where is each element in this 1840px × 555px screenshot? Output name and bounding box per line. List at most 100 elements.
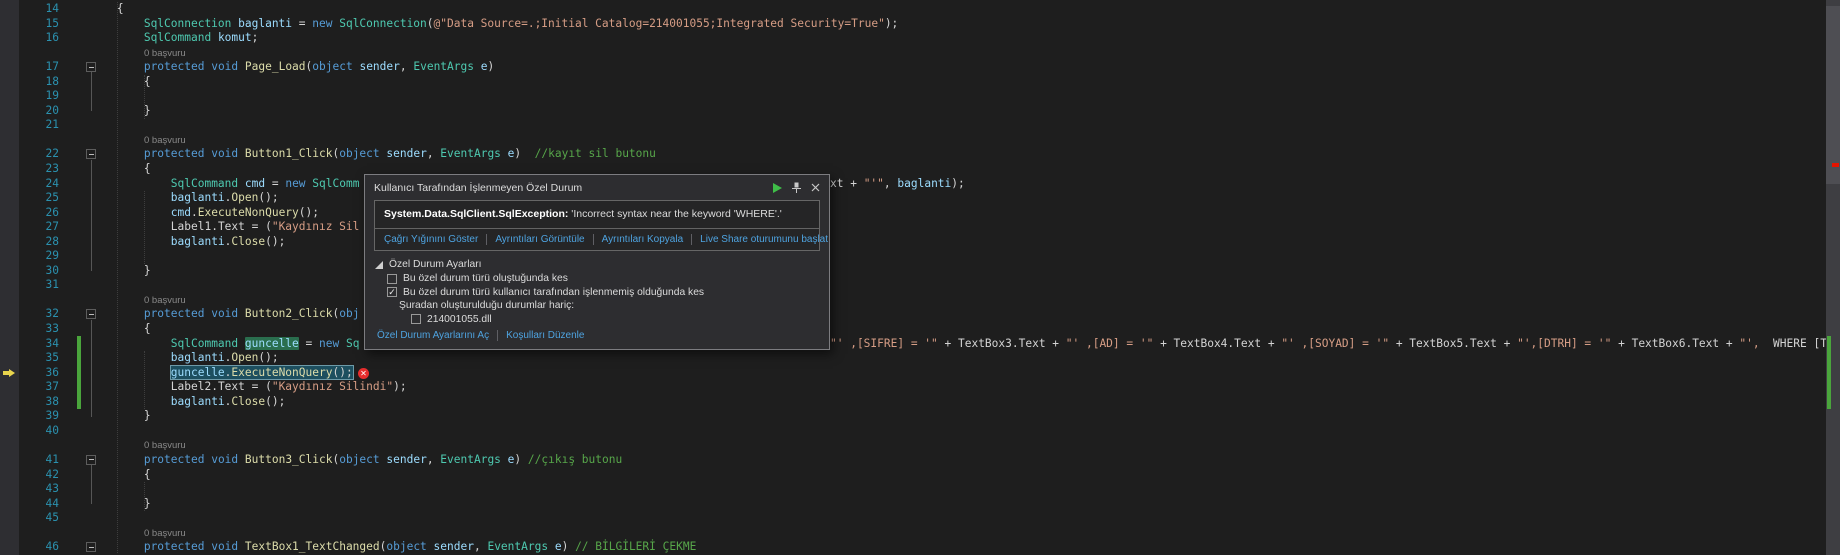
code-line[interactable]: 32 protected void Button2_Click(obj [0, 307, 1840, 322]
code-text: SqlCommand guncelle = new Sq [170, 336, 360, 350]
play-icon [773, 182, 782, 193]
line-number: 31 [45, 278, 59, 292]
copy-details-link[interactable]: Ayrıntıları Kopyala [602, 234, 684, 245]
close-icon [811, 183, 820, 192]
code-line[interactable]: 17 protected void Page_Load(object sende… [0, 60, 1840, 75]
continue-button[interactable] [773, 182, 782, 193]
code-text: protected void Button1_Click(object send… [143, 147, 656, 161]
edit-conditions-link[interactable]: Koşulları Düzenle [506, 330, 584, 341]
checkbox-except-module[interactable] [411, 314, 421, 324]
code-line[interactable]: 39 } [0, 409, 1840, 424]
code-text: { [63, 322, 151, 336]
code-line[interactable]: 33 { [0, 322, 1840, 337]
code-line[interactable]: 34 SqlCommand guncelle = new Sq "' ,[SIFR… [0, 336, 1840, 352]
codelens-references[interactable]: 0 başvuru [144, 135, 186, 146]
code-line[interactable]: 28 baglanti.Close(); [0, 235, 1840, 250]
line-number: 40 [45, 423, 59, 437]
line-number: 41 [45, 452, 59, 466]
code-line[interactable]: 15 SqlConnection baglanti = new SqlConne… [0, 17, 1840, 32]
code-line[interactable]: 20 } [0, 104, 1840, 119]
current-statement-arrow-icon [3, 368, 16, 378]
line-number: 25 [45, 191, 59, 205]
code-rows[interactable]: 14 {15 SqlConnection baglanti = new SqlC… [0, 2, 1840, 555]
code-line[interactable]: 41 protected void Button3_Click(object s… [0, 453, 1840, 468]
code-line[interactable]: 21 [0, 118, 1840, 133]
code-line[interactable]: 22 protected void Button1_Click(object s… [0, 147, 1840, 162]
open-exception-settings-link[interactable]: Özel Durum Ayarlarını Aç [377, 330, 489, 341]
code-line[interactable]: 14 { [0, 2, 1840, 17]
checkbox-break-thrown-label: Bu özel durum türü oluştuğunda kes [403, 273, 568, 284]
scrollbar-thumb[interactable] [1826, 6, 1840, 184]
exception-message-row: System.Data.SqlClient.SqlException: 'Inc… [375, 201, 819, 228]
code-line[interactable]: 36 guncelle.ExecuteNonQuery(); [0, 364, 1840, 381]
code-text: SqlCommand cmd = new SqlComm [170, 176, 360, 190]
code-line[interactable]: 42 { [0, 468, 1840, 483]
code-line[interactable]: 23 { [0, 162, 1840, 177]
pin-button[interactable] [791, 182, 802, 194]
code-line[interactable]: 18 { [0, 75, 1840, 90]
exception-popup: Kullanıcı Tarafından İşlenmeyen Özel Dur… [364, 174, 830, 350]
checkbox-break-unhandled-label: Bu özel durum türü kullanıcı tarafından … [403, 286, 705, 298]
view-details-link[interactable]: Ayrıntıları Görüntüle [495, 234, 584, 245]
exception-type: System.Data.SqlClient.SqlException: [384, 208, 569, 220]
code-text: baglanti.Close(); [170, 234, 286, 248]
codelens-row[interactable]: 0 başvuru [0, 438, 1840, 453]
code-text: { [63, 74, 151, 88]
exception-settings-header: Özel Durum Ayarları [375, 259, 819, 270]
codelens-references[interactable]: 0 başvuru [144, 295, 186, 306]
code-text-after-popup: "' ,[SIFRE] = '" + TextBox3.Text + "' ,[… [830, 336, 1840, 350]
code-line[interactable]: 44 } [0, 497, 1840, 512]
code-line[interactable]: 25 baglanti.Open(); [0, 191, 1840, 206]
code-line[interactable]: 26 cmd.ExecuteNonQuery(); [0, 206, 1840, 221]
scrollbar-error-mark [1832, 163, 1839, 167]
pin-icon [792, 182, 801, 193]
codelens-references[interactable]: 0 başvuru [144, 440, 186, 451]
current-statement-highlight: guncelle.ExecuteNonQuery(); [169, 364, 354, 380]
exception-settings-title: Özel Durum Ayarları [389, 259, 482, 270]
show-call-stack-link[interactable]: Çağrı Yığınını Göster [384, 234, 478, 245]
code-line[interactable]: 43 [0, 482, 1840, 497]
exception-popup-header: Kullanıcı Tarafından İşlenmeyen Özel Dur… [365, 175, 829, 200]
code-line[interactable]: 19 [0, 89, 1840, 104]
expander-icon[interactable] [375, 260, 383, 269]
code-text: { [63, 2, 124, 15]
code-line[interactable]: 16 SqlCommand komut; [0, 31, 1840, 46]
line-number: 24 [45, 176, 59, 190]
code-line[interactable]: 30 } [0, 264, 1840, 279]
codelens-row[interactable]: 0 başvuru [0, 46, 1840, 61]
code-text: cmd.ExecuteNonQuery(); [170, 205, 320, 219]
code-text: protected void Page_Load(object sender, … [143, 60, 495, 74]
code-line[interactable]: 46 protected void TextBox1_TextChanged(o… [0, 540, 1840, 555]
line-number: 18 [45, 74, 59, 88]
checkbox-break-unhandled[interactable] [387, 287, 397, 297]
except-from-note: Şuradan oluşturulduğu durumlar hariç: [399, 300, 575, 311]
code-text: protected void TextBox1_TextChanged(obje… [143, 540, 697, 554]
code-line[interactable]: 38 baglanti.Close(); [0, 395, 1840, 410]
code-line[interactable]: 24 SqlCommand cmd = new SqlComm xt + "'",… [0, 177, 1840, 192]
checkbox-except-module-label: 214001055.dll [427, 313, 492, 325]
code-line[interactable]: 31 [0, 278, 1840, 293]
codelens-references[interactable]: 0 başvuru [144, 528, 186, 539]
codelens-references[interactable]: 0 başvuru [144, 48, 186, 59]
codelens-row[interactable]: 0 başvuru [0, 133, 1840, 148]
code-line[interactable]: 45 [0, 511, 1840, 526]
codelens-row[interactable]: 0 başvuru [0, 526, 1840, 541]
codelens-row[interactable]: 0 başvuru [0, 293, 1840, 308]
code-line[interactable]: 29 [0, 249, 1840, 264]
code-line[interactable]: 27 Label1.Text = ("Kaydınız Sil [0, 220, 1840, 235]
line-number: 37 [45, 380, 59, 394]
exception-message-box: System.Data.SqlClient.SqlException: 'Inc… [374, 200, 828, 251]
change-tracking-bar [77, 336, 81, 409]
line-number: 42 [45, 467, 59, 481]
close-button[interactable] [811, 183, 820, 192]
exception-settings-links: Özel Durum Ayarlarını Aç Koşulları Düzen… [377, 329, 819, 341]
line-number: 32 [45, 307, 59, 321]
start-live-share-link[interactable]: Live Share oturumunu başlat [700, 234, 828, 245]
code-text: protected void Button2_Click(obj [143, 307, 360, 321]
checkbox-break-thrown[interactable] [387, 273, 397, 284]
code-line[interactable]: 37 Label2.Text = ("Kaydınız Silindi"); [0, 380, 1840, 395]
code-line[interactable]: 40 [0, 424, 1840, 439]
code-line[interactable]: 35 baglanti.Open(); [0, 351, 1840, 366]
line-number: 27 [45, 220, 59, 234]
vertical-scrollbar[interactable] [1826, 0, 1840, 555]
